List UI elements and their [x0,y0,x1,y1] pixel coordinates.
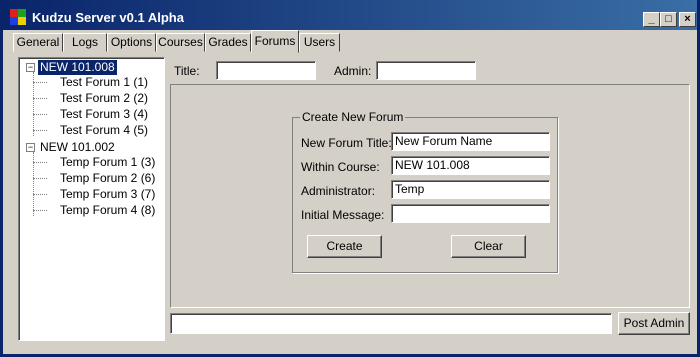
tab-logs[interactable]: Logs [63,33,107,52]
clear-button[interactable]: Clear [451,235,526,258]
tree-node-forum[interactable]: Test Forum 3 (4) [60,107,148,122]
tree-node-forum[interactable]: Temp Forum 4 (8) [60,203,155,218]
tree-connector [33,98,47,99]
admin-filter-input[interactable] [376,61,476,80]
main-window: Kudzu Server v0.1 Alpha _ □ × General Lo… [0,0,700,357]
admin-message-input[interactable] [170,313,612,334]
collapse-icon[interactable]: − [26,143,35,152]
tab-courses[interactable]: Courses [156,33,205,52]
tree-node-forum[interactable]: Test Forum 4 (5) [60,123,148,138]
forum-tree[interactable]: − NEW 101.008 Test Forum 1 (1) Test Foru… [18,57,165,341]
maximize-icon: □ [665,13,672,25]
tree-connector [33,194,47,195]
title-filter-input[interactable] [216,61,316,80]
tree-node-forum[interactable]: Test Forum 2 (2) [60,91,148,106]
minimize-icon: _ [648,13,655,25]
create-forum-group: Create New Forum New Forum Title: New Fo… [292,110,558,273]
tree-node-forum[interactable]: Test Forum 1 (1) [60,75,148,90]
within-course-input[interactable]: NEW 101.008 [391,156,550,175]
create-button[interactable]: Create [307,235,382,258]
tree-connector [33,162,47,163]
tab-options[interactable]: Options [107,33,156,52]
admin-filter-label: Admin: [334,64,372,78]
minimize-button[interactable]: _ [643,12,660,27]
close-button[interactable]: × [679,12,696,27]
close-icon: × [684,13,691,25]
administrator-input[interactable]: Temp [391,180,550,199]
maximize-button[interactable]: □ [660,12,677,27]
tab-users[interactable]: Users [299,33,340,52]
new-forum-title-input[interactable]: New Forum Name [391,132,550,151]
tree-node-forum[interactable]: Temp Forum 3 (7) [60,187,155,202]
tree-node-forum[interactable]: Temp Forum 2 (6) [60,171,155,186]
tree-connector [33,130,47,131]
initial-message-label: Initial Message: [301,208,385,222]
tree-connector [33,210,47,211]
tree-connector [33,82,47,83]
tree-node-forum[interactable]: Temp Forum 1 (3) [60,155,155,170]
title-bar[interactable]: Kudzu Server v0.1 Alpha _ □ × [3,0,697,30]
tree-node-course[interactable]: NEW 101.008 [38,60,117,75]
administrator-label: Administrator: [301,184,376,198]
tree-connector [33,114,47,115]
title-filter-label: Title: [174,64,200,78]
tab-forums[interactable]: Forums [251,30,299,53]
post-admin-button[interactable]: Post Admin [618,312,690,335]
collapse-icon[interactable]: − [26,63,35,72]
tab-grades[interactable]: Grades [205,33,251,52]
forum-detail-panel: Create New Forum New Forum Title: New Fo… [170,84,690,308]
within-course-label: Within Course: [301,160,380,174]
app-icon [10,9,26,25]
tree-node-course[interactable]: NEW 101.002 [40,140,115,155]
tab-general[interactable]: General [13,33,63,52]
new-forum-title-label: New Forum Title: [301,136,392,150]
initial-message-input[interactable] [391,204,550,223]
create-forum-group-title: Create New Forum [300,110,406,124]
window-title: Kudzu Server v0.1 Alpha [32,10,184,25]
tree-connector [33,178,47,179]
